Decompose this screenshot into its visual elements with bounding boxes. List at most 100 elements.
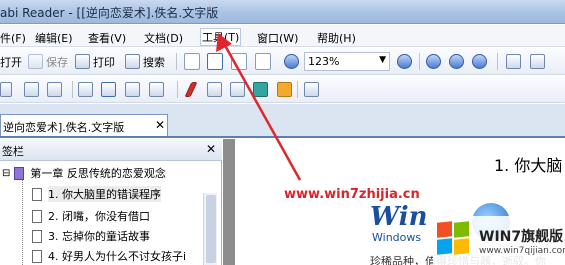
close-icon[interactable]: ✕	[206, 142, 216, 156]
full-screen-icon	[255, 53, 271, 70]
bookmark-label: 1. 你大脑里的错误程序	[48, 186, 161, 202]
bookmark-sidebar: 签栏 ✕ ⊟ 第一章 反思传统的恋爱观念 1. 你大脑里的错误程序 2. 闭嘴，…	[0, 139, 222, 265]
zoom-in-button[interactable]	[426, 52, 444, 71]
pen-icon	[184, 82, 198, 97]
page-icon	[184, 53, 200, 70]
save-icon	[28, 54, 43, 69]
list-item[interactable]: 4. 好男人为什么不讨女孩子i	[32, 248, 204, 264]
annotation-toolbar	[0, 76, 565, 103]
fit-width-button[interactable]	[207, 52, 226, 71]
win7-badge: WIN7旗舰版 www.win7qijian.com	[433, 216, 565, 265]
facing-page-icon	[125, 82, 140, 97]
prev-page-icon	[530, 54, 545, 69]
pen-button[interactable]	[184, 80, 198, 99]
menu-document[interactable]: 文档(D)	[144, 30, 183, 46]
page-icon	[32, 187, 42, 201]
page-icon	[32, 249, 42, 263]
toolbar-separator	[177, 81, 178, 98]
text-select-icon	[0, 82, 12, 97]
zoom-out-button[interactable]	[449, 52, 467, 71]
watermark: www.win7zhijia.cn	[284, 187, 420, 202]
underline-icon	[253, 82, 268, 97]
fit-page-button[interactable]	[184, 52, 203, 71]
menu-help[interactable]: 帮助(H)	[317, 30, 356, 46]
list-item[interactable]: 2. 闭嘴，你没有借口	[32, 208, 150, 224]
image-select-icon	[24, 82, 39, 97]
title-bar: abi Reader - [[逆向恋爱术].佚名.文字版	[0, 0, 565, 24]
page-icon	[32, 229, 42, 243]
windows-logo-icon	[437, 221, 473, 256]
first-page-icon	[506, 54, 521, 69]
collapse-icon[interactable]: ⊟	[2, 168, 10, 179]
zoom-value: 123%	[308, 55, 340, 68]
document-tab[interactable]: 逆向恋爱术].佚名.文字版 ✕	[0, 114, 168, 136]
text-select-button[interactable]	[0, 80, 15, 99]
continuous-facing-button[interactable]	[149, 80, 167, 99]
prev-page-button[interactable]	[530, 52, 548, 71]
printer-icon	[75, 54, 90, 69]
zoom-in-circle-button[interactable]	[284, 52, 302, 71]
menu-window[interactable]: 窗口(W)	[257, 30, 298, 46]
list-item[interactable]: 3. 忘掉你的童话故事	[32, 228, 150, 244]
print-button[interactable]: 打印	[75, 52, 115, 71]
binoculars-icon	[125, 54, 140, 69]
badge-title: WIN7旗舰版	[479, 229, 564, 245]
zoom-fit-button[interactable]	[472, 52, 490, 71]
facing-page-button[interactable]	[125, 80, 143, 99]
document-tab-strip: 逆向恋爱术].佚名.文字版 ✕	[0, 104, 565, 138]
continuous-facing-icon	[149, 82, 164, 97]
menu-file[interactable]: 件(F)	[0, 30, 26, 46]
logo-text: Win	[370, 202, 428, 232]
chapter-label: 第一章 反思传统的恋爱观念	[30, 167, 166, 180]
full-screen-button[interactable]	[255, 52, 274, 71]
search-button[interactable]: 搜索	[125, 52, 165, 71]
tools-button[interactable]	[304, 80, 322, 99]
single-page-icon	[78, 82, 93, 97]
badge-url: www.win7qijian.com	[479, 246, 565, 256]
note-button[interactable]	[277, 80, 295, 99]
open-label: 打开	[0, 55, 22, 69]
fit-height-button[interactable]	[231, 52, 250, 71]
save-button[interactable]: 保存	[28, 52, 68, 71]
toolbar-separator	[419, 53, 420, 70]
single-page-button[interactable]	[78, 80, 96, 99]
toolbar-separator	[497, 53, 498, 70]
menu-bar: 件(F) 编辑(E) 查看(V) 文档(D) 工具(T) 窗口(W) 帮助(H)	[0, 25, 565, 47]
bookmark-label: 3. 忘掉你的童话故事	[48, 230, 150, 243]
strikeout-button[interactable]	[230, 80, 248, 99]
continuous-page-icon	[101, 82, 116, 97]
zoom-select[interactable]: 123% ▼	[304, 52, 390, 71]
close-icon[interactable]: ✕	[155, 118, 165, 132]
note-icon	[277, 82, 292, 97]
toolbar-separator	[297, 81, 298, 98]
bookmark-label: 4. 好男人为什么不讨女孩子i	[48, 250, 187, 263]
menu-edit[interactable]: 编辑(E)	[35, 30, 73, 46]
first-page-button[interactable]	[506, 52, 524, 71]
scroll-thumb[interactable]	[206, 195, 216, 263]
toolbar-separator	[72, 81, 73, 98]
tree-chapter[interactable]: ⊟ 第一章 反思传统的恋爱观念	[2, 165, 166, 181]
snapshot-icon	[47, 82, 62, 97]
fit-width-icon	[207, 53, 223, 70]
menu-tools[interactable]: 工具(T)	[199, 28, 242, 46]
fit-height-icon	[231, 53, 247, 70]
continuous-page-button[interactable]	[101, 80, 119, 99]
plus-circle-icon	[284, 54, 299, 69]
logo-subtext: Windows	[372, 231, 422, 244]
strikeout-icon	[230, 82, 245, 97]
open-button[interactable]: 打开	[0, 52, 22, 71]
list-item[interactable]: 1. 你大脑里的错误程序	[32, 186, 161, 202]
document-tab-label: 逆向恋爱术].佚名.文字版	[3, 121, 125, 134]
zoom-out-circle-button[interactable]	[397, 52, 415, 71]
save-label: 保存	[46, 55, 68, 69]
snapshot-button[interactable]	[47, 80, 65, 99]
toolbar-separator	[176, 53, 177, 70]
menu-view[interactable]: 查看(V)	[88, 30, 126, 46]
search-label: 搜索	[143, 55, 165, 69]
underline-button[interactable]	[253, 80, 271, 99]
sidebar-scrollbar[interactable]	[203, 193, 217, 265]
magnifier-plus-icon	[426, 54, 441, 69]
bookmark-label: 2. 闭嘴，你没有借口	[48, 210, 150, 223]
image-select-button[interactable]	[24, 80, 42, 99]
highlight-text-button[interactable]	[207, 80, 225, 99]
